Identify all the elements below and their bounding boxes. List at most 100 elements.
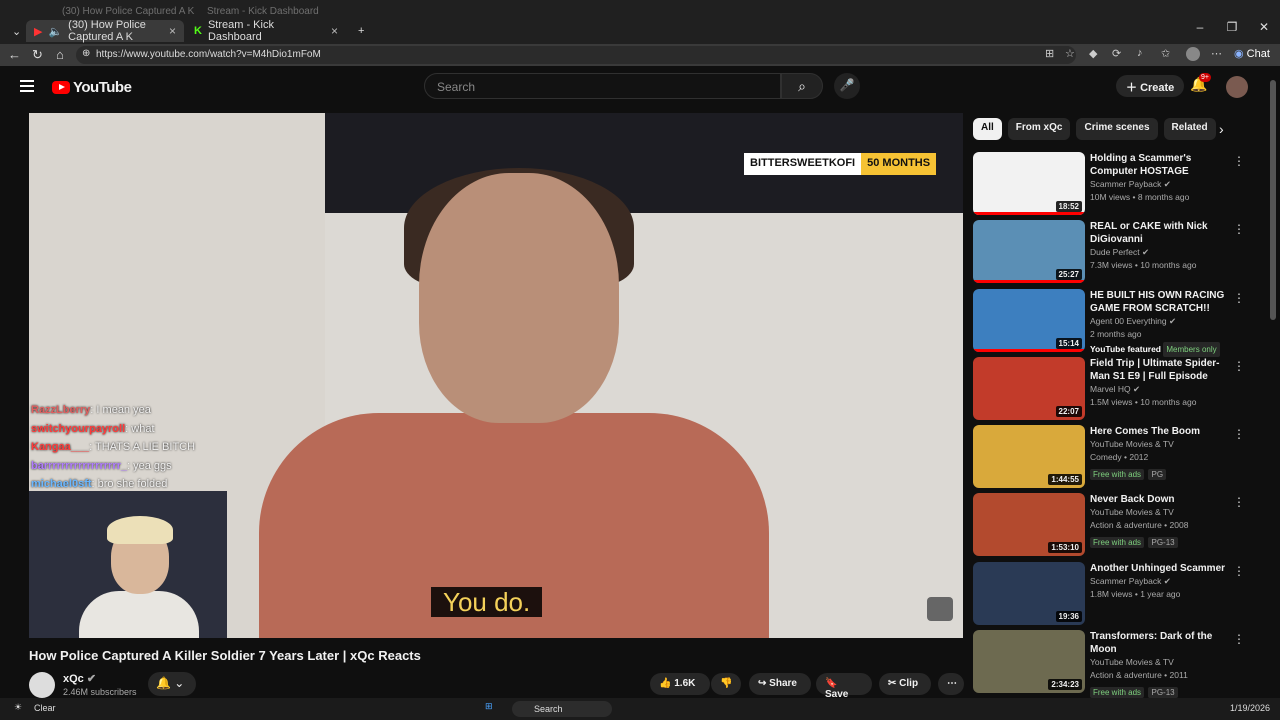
minimize-icon[interactable]: – (1184, 20, 1216, 34)
rec-title[interactable]: Transformers: Dark of the Moon (1090, 630, 1230, 656)
more-vert-icon[interactable]: ⋮ (1233, 564, 1245, 578)
chip-from-xqc[interactable]: From xQc (1007, 118, 1071, 140)
voice-search-button[interactable]: 🎤 (834, 73, 860, 99)
reload-icon[interactable]: ↻ (32, 47, 43, 63)
video-player[interactable]: BITTERSWEETKOFI 50 MONTHS You do. RazzLb… (29, 113, 963, 638)
more-vert-icon[interactable]: ⋮ (1233, 222, 1245, 236)
profile-icon[interactable] (1186, 47, 1200, 61)
back-icon[interactable]: ← (8, 47, 21, 62)
recommendation-item[interactable]: 18:52 Holding a Scammer's Computer HOSTAG… (973, 151, 1268, 219)
chat-message: yea ggs (133, 459, 172, 472)
rec-thumbnail[interactable]: 15:14 (973, 288, 1085, 352)
recommendation-item[interactable]: 15:14 HE BUILT HIS OWN RACING GAME FROM S… (973, 288, 1268, 357)
rec-channel[interactable]: Agent 00 Everything (1090, 316, 1167, 326)
subscribed-notifications-button[interactable]: 🔔 ⌄ (148, 672, 196, 696)
rec-title[interactable]: Never Back Down (1090, 493, 1230, 506)
chevron-right-icon[interactable]: › (1219, 121, 1224, 137)
rec-title[interactable]: Holding a Scammer's Computer HOSTAGE (1090, 152, 1230, 178)
more-vert-icon[interactable]: ⋮ (1233, 427, 1245, 441)
youtube-header: YouTube Search ⌕ 🎤 ＋ Create 🔔 9+ (0, 66, 1280, 110)
rec-channel[interactable]: Scammer Payback (1090, 179, 1161, 189)
rec-thumbnail[interactable]: 1:44:55 (973, 425, 1085, 489)
tab-kick[interactable]: K Stream - Kick Dashboard × (186, 19, 346, 43)
chip-related[interactable]: Related (1163, 118, 1216, 140)
rec-meta: Holding a Scammer's Computer HOSTAGE Scam… (1090, 152, 1230, 204)
save-button[interactable]: 🔖 Save (816, 673, 872, 700)
favorite-icon[interactable]: ☆ (1065, 47, 1075, 60)
rec-channel[interactable]: YouTube Movies & TV (1090, 657, 1174, 667)
rec-title[interactable]: Field Trip | Ultimate Spider-Man S1 E9 |… (1090, 357, 1230, 383)
more-vert-icon[interactable]: ⋮ (1233, 359, 1245, 373)
recommendation-item[interactable]: 22:07 Field Trip | Ultimate Spider-Man S1… (973, 356, 1268, 424)
channel-avatar[interactable] (29, 672, 55, 698)
home-icon[interactable]: ⌂ (56, 47, 64, 62)
extension-icon[interactable]: ♪ (1137, 47, 1143, 59)
rec-title[interactable]: REAL or CAKE with Nick DiGiovanni (1090, 220, 1230, 246)
tab-youtube[interactable]: ▶ 🔈 (30) How Police Captured A K × (26, 19, 184, 43)
rec-thumbnail[interactable]: 1:53:10 (973, 493, 1085, 557)
taskbar-search[interactable]: Search (512, 701, 612, 717)
rec-title[interactable]: HE BUILT HIS OWN RACING GAME FROM SCRATC… (1090, 289, 1230, 315)
channel-name[interactable]: xQc ✔ (63, 672, 96, 685)
menu-icon[interactable] (20, 80, 34, 92)
copilot-chat-button[interactable]: ◉ Chat (1234, 47, 1270, 60)
scrollbar[interactable] (1270, 70, 1276, 710)
tab-list-button[interactable]: ⌄ (4, 20, 22, 42)
favorites-icon[interactable]: ✩ (1161, 47, 1170, 60)
rec-channel[interactable]: Marvel HQ (1090, 384, 1131, 394)
notifications-button[interactable]: 🔔 9+ (1190, 73, 1211, 93)
weather-text: Clear (34, 703, 56, 713)
close-window-icon[interactable]: ✕ (1248, 20, 1280, 34)
rec-channel[interactable]: YouTube Movies & TV (1090, 439, 1174, 449)
restore-icon[interactable]: ❐ (1216, 20, 1248, 34)
url-field[interactable]: ⊕ https://www.youtube.com/watch?v=M4hDio… (76, 46, 1076, 64)
clip-button[interactable]: ✂ Clip (879, 673, 931, 695)
rec-duration: 1:44:55 (1048, 474, 1082, 486)
like-button[interactable]: 👍 1.6K (650, 673, 710, 695)
close-icon[interactable]: × (169, 24, 176, 38)
rec-thumbnail[interactable]: 25:27 (973, 220, 1085, 284)
verified-icon: ✔ (1163, 179, 1171, 189)
verified-icon: ✔ (1133, 383, 1141, 394)
channel-watermark-icon[interactable] (927, 597, 953, 621)
more-vert-icon[interactable]: ⋮ (1233, 154, 1245, 168)
more-actions-button[interactable]: ⋯ (938, 673, 964, 695)
youtube-logo[interactable]: YouTube (52, 79, 132, 96)
rec-channel[interactable]: Dude Perfect (1090, 247, 1140, 257)
rec-channel[interactable]: YouTube Movies & TV (1090, 507, 1174, 517)
new-tab-button[interactable]: + (350, 20, 370, 42)
recommendation-item[interactable]: 25:27 REAL or CAKE with Nick DiGiovanni Du… (973, 219, 1268, 287)
recommendation-item[interactable]: 2:34:23 Transformers: Dark of the Moon You… (973, 629, 1268, 699)
apps-icon[interactable]: ⊞ (1045, 47, 1054, 60)
more-vert-icon[interactable]: ⋮ (1233, 495, 1245, 509)
rec-free-badge: Free with ads (1090, 687, 1145, 699)
chip-crime-scenes[interactable]: Crime scenes (1076, 118, 1158, 140)
close-icon[interactable]: × (331, 24, 338, 38)
rec-thumbnail[interactable]: 18:52 (973, 152, 1085, 215)
verified-icon: ✔ (1168, 315, 1177, 326)
rec-title[interactable]: Here Comes The Boom (1090, 425, 1230, 438)
rec-thumbnail[interactable]: 19:36 (973, 561, 1085, 625)
rec-channel[interactable]: Scammer Payback (1090, 576, 1161, 586)
search-button[interactable]: ⌕ (781, 73, 823, 99)
extension-icon[interactable]: ◆ (1089, 47, 1097, 60)
rec-thumbnail[interactable]: 2:34:23 (973, 630, 1085, 694)
scrollbar-thumb[interactable] (1270, 80, 1276, 320)
more-vert-icon[interactable]: ⋮ (1233, 632, 1245, 646)
create-button[interactable]: ＋ Create (1116, 75, 1185, 97)
more-vert-icon[interactable]: ⋮ (1233, 291, 1245, 305)
recommendation-item[interactable]: 1:53:10 Never Back Down YouTube Movies & T… (973, 492, 1268, 560)
account-avatar[interactable] (1226, 76, 1248, 98)
rec-title[interactable]: Another Unhinged Scammer (1090, 562, 1230, 575)
more-icon[interactable]: ⋯ (1211, 47, 1222, 60)
recommendation-item[interactable]: 1:44:55 Here Comes The Boom YouTube Movies… (973, 424, 1268, 492)
rec-channel-row: YouTube Movies & TV (1090, 438, 1230, 451)
share-button[interactable]: ↪ Share (749, 673, 811, 695)
dislike-button[interactable]: 👎 (711, 673, 741, 695)
refresh-extension-icon[interactable]: ⟳ (1112, 47, 1121, 60)
chip-all[interactable]: All (973, 118, 1002, 140)
windows-start-icon[interactable]: ⊞ (485, 701, 493, 712)
search-input[interactable]: Search (424, 73, 781, 99)
recommendation-item[interactable]: 19:36 Another Unhinged Scammer Scammer Pay… (973, 561, 1268, 629)
rec-thumbnail[interactable]: 22:07 (973, 356, 1085, 420)
